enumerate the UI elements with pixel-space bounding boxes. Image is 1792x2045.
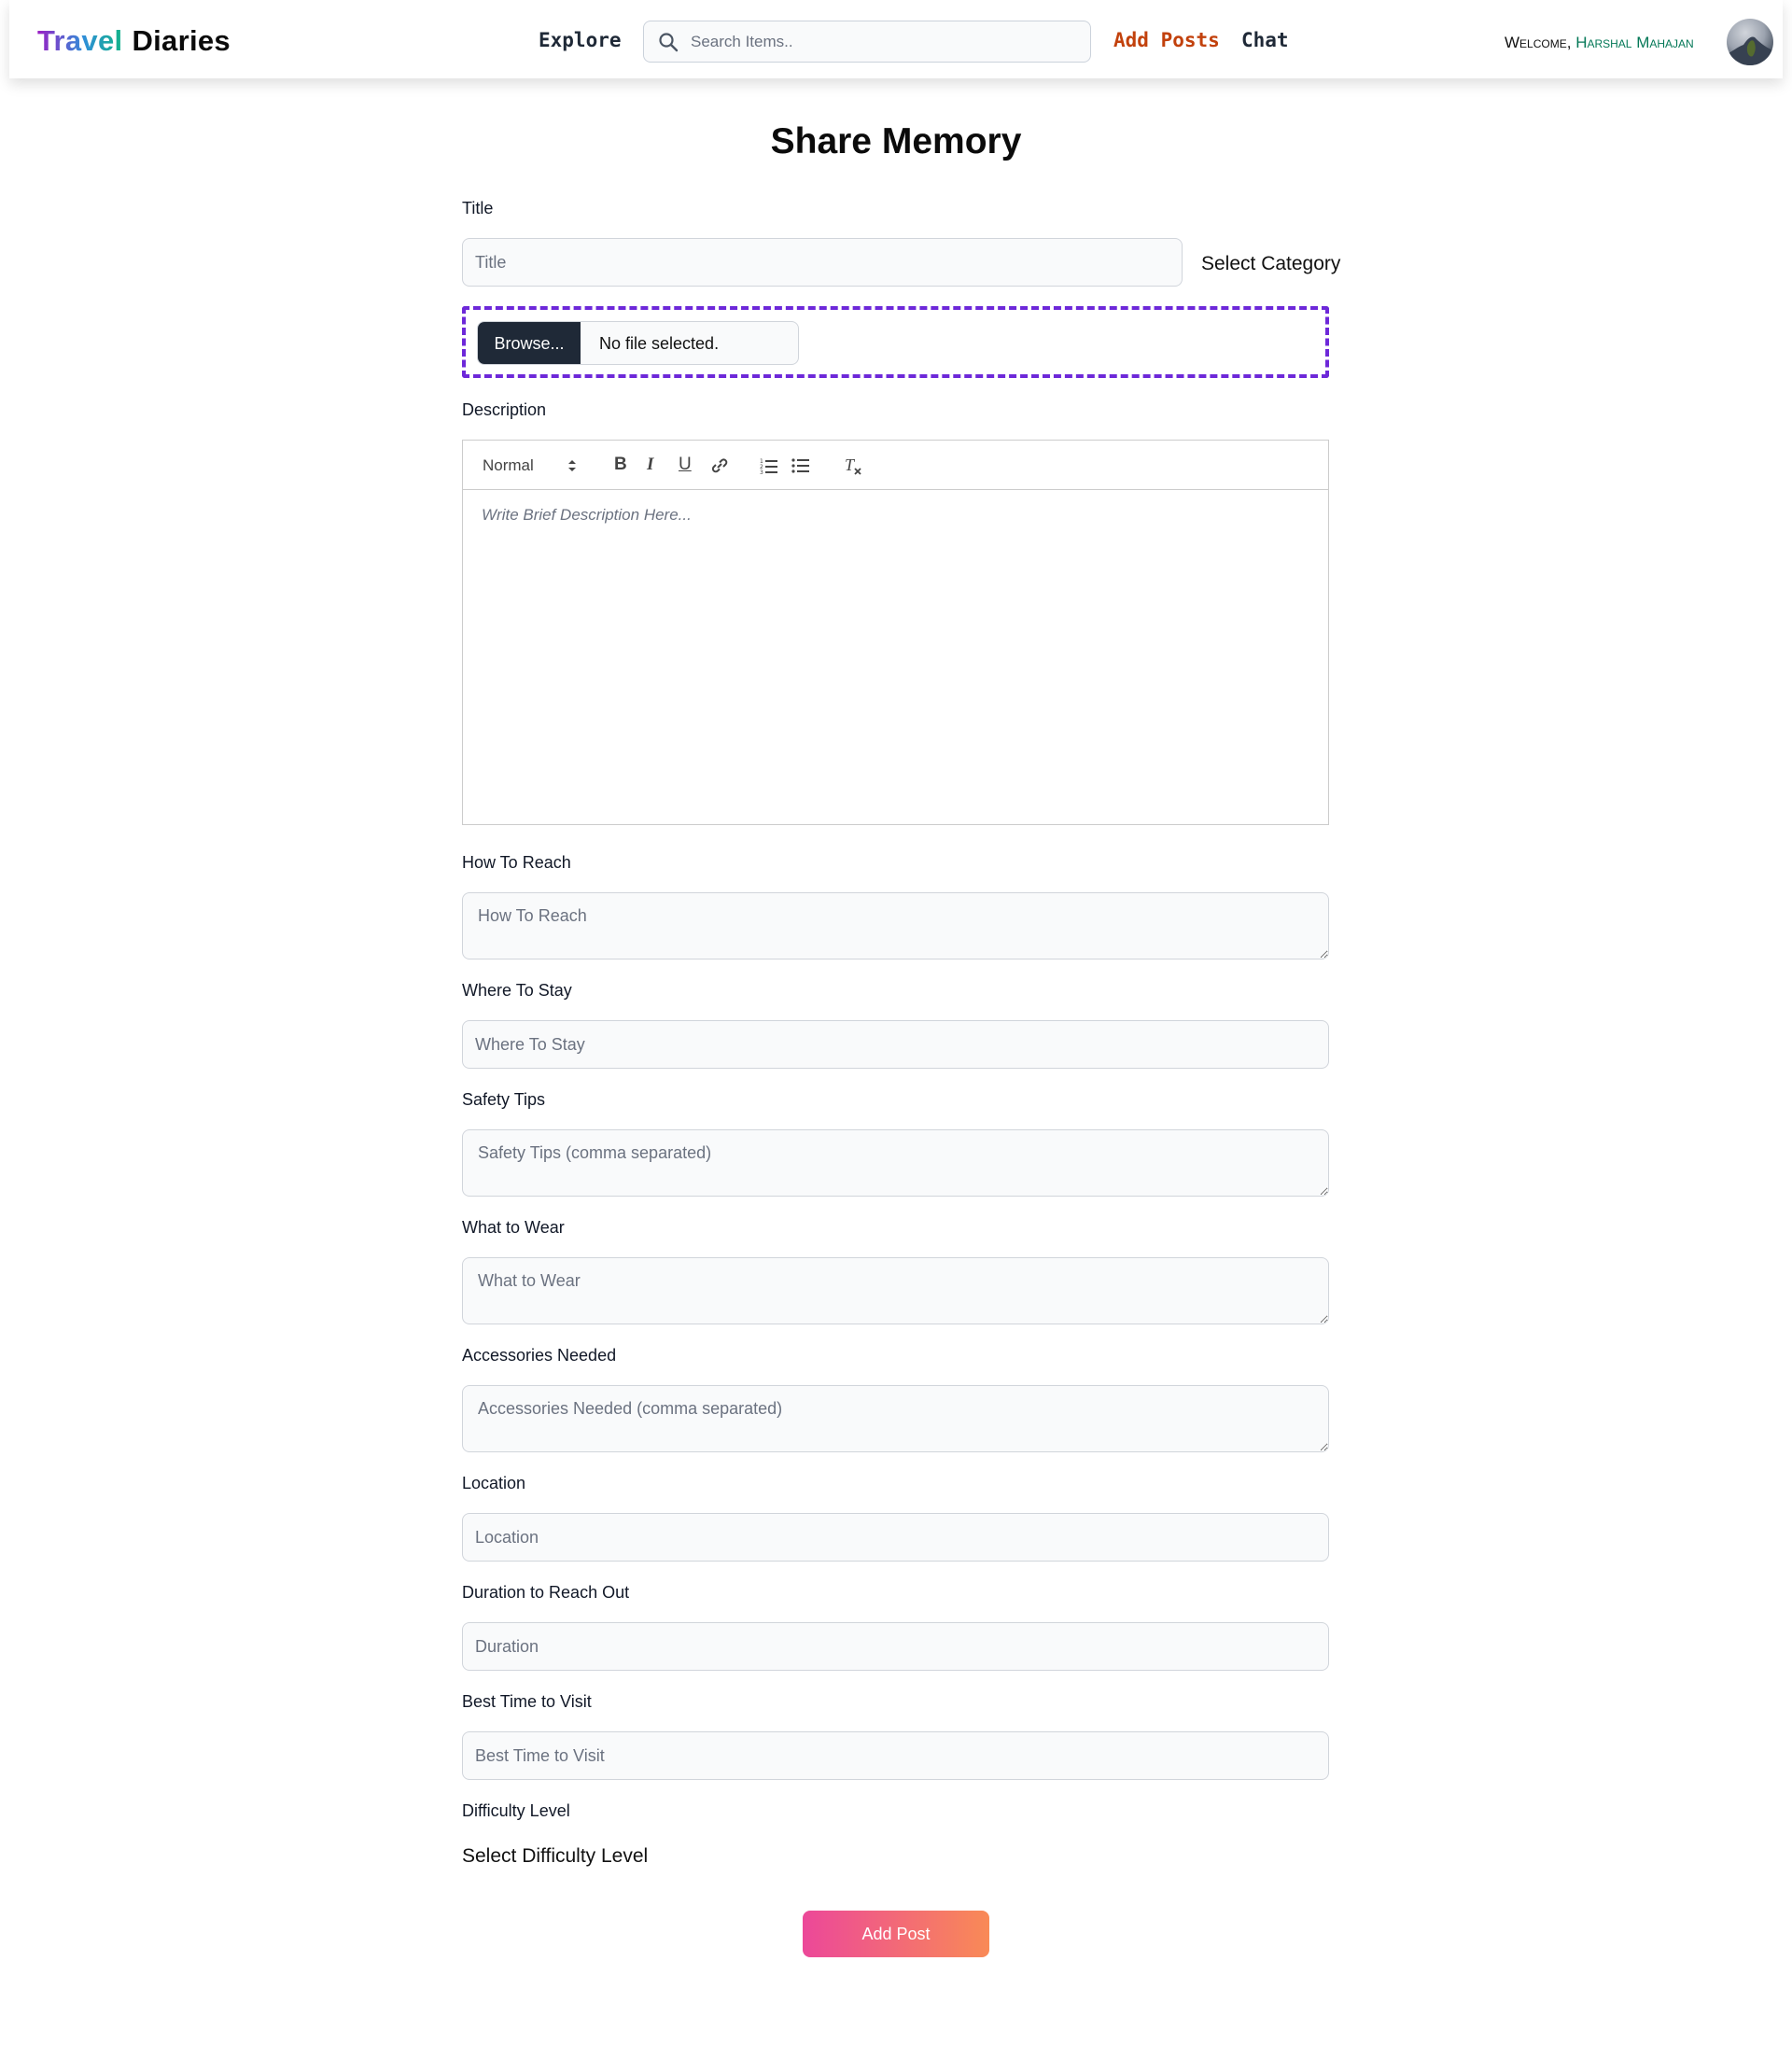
nav-explore-link[interactable]: Explore <box>539 29 622 51</box>
avatar[interactable] <box>1727 19 1773 65</box>
difficulty-select[interactable]: Select Difficulty Level <box>462 1845 648 1868</box>
clear-format-icon[interactable]: T <box>843 455 863 476</box>
file-input[interactable]: Browse... No file selected. <box>477 321 799 365</box>
format-select[interactable]: Normal <box>483 456 534 475</box>
bullet-list-icon[interactable] <box>791 457 810 474</box>
search-input[interactable] <box>691 29 1073 55</box>
brand-logo[interactable]: Travel Diaries <box>37 24 231 58</box>
title-label: Title <box>462 199 494 217</box>
location-label: Location <box>462 1474 526 1492</box>
how-to-reach-label: How To Reach <box>462 853 571 872</box>
where-to-stay-input[interactable] <box>462 1020 1329 1069</box>
nav-chat-link[interactable]: Chat <box>1241 29 1289 51</box>
add-post-button[interactable]: Add Post <box>803 1911 989 1957</box>
username: Harshal Mahajan <box>1575 34 1694 51</box>
ordered-list-icon[interactable]: 1 2 3 <box>760 457 778 474</box>
best-time-input[interactable] <box>462 1731 1329 1780</box>
best-time-label: Best Time to Visit <box>462 1692 592 1711</box>
accessories-label: Accessories Needed <box>462 1346 617 1365</box>
duration-input[interactable] <box>462 1622 1329 1671</box>
search-box <box>643 21 1091 63</box>
svg-text:3: 3 <box>760 469 763 474</box>
where-to-stay-label: Where To Stay <box>462 981 572 1000</box>
description-placeholder: Write Brief Description Here... <box>482 506 692 524</box>
what-to-wear-label: What to Wear <box>462 1218 565 1237</box>
what-to-wear-input[interactable] <box>462 1257 1329 1324</box>
browse-button[interactable]: Browse... <box>478 322 581 364</box>
how-to-reach-input[interactable] <box>462 892 1329 959</box>
link-icon[interactable] <box>710 456 729 475</box>
difficulty-label: Difficulty Level <box>462 1801 570 1820</box>
duration-label: Duration to Reach Out <box>462 1583 630 1602</box>
search-icon <box>659 33 679 52</box>
bold-icon[interactable]: B <box>614 455 627 473</box>
brand-travel: Travel <box>37 24 123 57</box>
nav-add-posts-link[interactable]: Add Posts <box>1113 29 1220 51</box>
location-input[interactable] <box>462 1513 1329 1562</box>
navbar: Travel Diaries Explore Add Posts Chat Wel… <box>9 0 1783 78</box>
category-select[interactable]: Select Category <box>1201 253 1340 275</box>
description-label: Description <box>462 400 547 419</box>
page-title: Share Memory <box>770 121 1022 161</box>
accessories-input[interactable] <box>462 1385 1329 1452</box>
welcome-text: Welcome, Harshal Mahajan <box>1505 34 1694 52</box>
file-dropzone[interactable]: Browse... No file selected. <box>462 306 1329 378</box>
chevron-updown-icon[interactable] <box>567 458 577 473</box>
title-input[interactable] <box>462 238 1183 287</box>
underline-icon[interactable]: U <box>679 455 692 473</box>
welcome-prefix: Welcome, <box>1505 34 1572 51</box>
brand-diaries: Diaries <box>132 24 231 57</box>
safety-tips-input[interactable] <box>462 1129 1329 1197</box>
avatar-image <box>1727 36 1773 65</box>
svg-text:T: T <box>845 455 856 474</box>
description-editor-area[interactable]: Write Brief Description Here... <box>463 490 1328 824</box>
description-editor: Normal B I U 1 2 3 T Write Brief Descrip… <box>462 440 1329 825</box>
editor-toolbar: Normal B I U 1 2 3 T <box>463 441 1328 490</box>
italic-icon[interactable]: I <box>647 455 653 473</box>
safety-tips-label: Safety Tips <box>462 1090 546 1109</box>
file-status: No file selected. <box>599 334 720 353</box>
